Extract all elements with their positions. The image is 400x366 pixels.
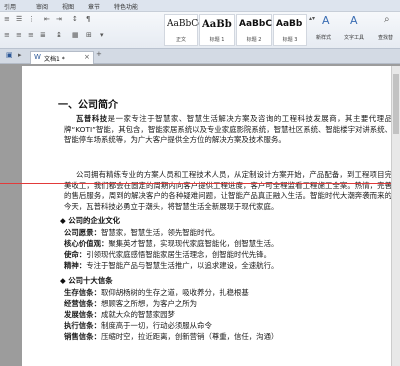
- list-item: 公司愿景：智慧家，智慧生活，领先智能时代。: [64, 228, 220, 237]
- list-item: 经营信条：想顾客之所想，为客户之所为: [64, 299, 198, 308]
- doc-menu-icon[interactable]: ▣: [6, 52, 13, 59]
- show-marks-icon[interactable]: ¶: [86, 16, 90, 23]
- list-item: 生存信条：取仰胡杨树的生存之道，吸收养分，扎稳根基: [64, 288, 249, 297]
- tab-title: 文档1 *: [44, 56, 65, 63]
- style-label: 标题 3: [282, 37, 298, 43]
- text-tools-label[interactable]: 文字工具: [344, 34, 364, 41]
- document-tab-bar: ▣ ▸ W 文档1 * × +: [0, 49, 400, 64]
- style-normal[interactable]: AaBbCcI 正文: [164, 14, 199, 46]
- culture-heading: ◆ 公司的企业文化: [60, 216, 120, 225]
- list-item: 发展信条：成就大众的智慧家园梦: [64, 310, 175, 319]
- decrease-indent-icon[interactable]: ⇤: [44, 16, 50, 23]
- vertical-scrollbar[interactable]: [391, 66, 400, 366]
- align-left-icon[interactable]: ≡: [4, 32, 10, 39]
- service-paragraph: 公司拥有精练专业的方案人员和工程技术人员，从定制设计方案开始，产品配备，到工程项…: [64, 170, 392, 211]
- style-label: 正文: [175, 37, 186, 43]
- dropdown-icon[interactable]: ▾: [100, 32, 104, 39]
- numbered-list-icon[interactable]: ⋮: [28, 16, 35, 23]
- list-item: 精神：专注于智能产品与智慧生活推广，以追求建设，全速航行。: [64, 261, 279, 270]
- new-style-label[interactable]: 新样式: [316, 34, 331, 41]
- line-spacing-icon[interactable]: ↨: [56, 32, 62, 39]
- menu-chapter[interactable]: 章节: [88, 2, 100, 11]
- style-label: 标题 2: [246, 37, 262, 43]
- menu-review[interactable]: 审阅: [36, 2, 48, 11]
- style-sample: AaBb: [276, 19, 303, 29]
- intro-text: 是一家专注于智慧家、智慧生活解决方案及咨询的工程科技发展商，其主要代理品牌“KO…: [64, 114, 392, 144]
- intro-paragraph: 瓦普科技是一家专注于智慧家、智慧生活解决方案及咨询的工程科技发展商，其主要代理品…: [64, 114, 392, 146]
- tenets-heading: ◆ 公司十大信条: [60, 276, 113, 285]
- list-item: 使命：引领现代家庭感悟智能家居生活理念，创智能时代先锋。: [64, 250, 271, 259]
- align-right-icon[interactable]: ≡: [28, 32, 34, 39]
- list-item: 销售信条：压缩时空，拉近距离，创新营销（尊重，信任，沟通）: [64, 332, 279, 341]
- style-sample: AaBbCcI: [167, 19, 199, 29]
- scrollbar-thumb[interactable]: [393, 74, 399, 134]
- menu-special[interactable]: 特色功能: [114, 2, 138, 11]
- list-icon[interactable]: ☰: [16, 16, 22, 23]
- menu-bar: 引用 审阅 视图 章节 特色功能: [0, 0, 400, 12]
- new-tab-icon[interactable]: +: [96, 51, 102, 58]
- list-item: 核心价值观：聚集英才智慧，实现现代家庭智能化，创智慧生活。: [64, 239, 279, 248]
- ribbon-toolbar: ≡ ☰ ⋮ ⇤ ⇥ ↕ ¶ ≡ ≡ ≡ ≣ ↨ ▦ ⊞ ▾ AaBbCcI 正文…: [0, 12, 400, 49]
- menu-view[interactable]: 视图: [62, 2, 74, 11]
- sort-icon[interactable]: ↕: [72, 16, 78, 23]
- align-center-icon[interactable]: ≡: [16, 32, 22, 39]
- close-tab-icon[interactable]: ×: [84, 54, 90, 61]
- increase-indent-icon[interactable]: ⇥: [56, 16, 62, 23]
- tab-arrow-icon[interactable]: ▸: [18, 52, 22, 59]
- border-icon[interactable]: ⊞: [86, 32, 92, 39]
- find-replace-icon[interactable]: ⌕: [384, 15, 390, 25]
- menu-references[interactable]: 引用: [4, 2, 16, 11]
- find-replace-label[interactable]: 查找替: [378, 34, 393, 41]
- style-heading2[interactable]: AaBbC 标题 2: [236, 14, 272, 46]
- style-sample: AaBb: [202, 19, 232, 30]
- red-guide-line: [0, 183, 400, 184]
- tab-document1[interactable]: W 文档1 * ×: [30, 51, 94, 64]
- page-heading: 一、公司简介: [58, 100, 118, 111]
- text-tools-icon[interactable]: A: [350, 15, 358, 26]
- style-label: 标题 1: [209, 37, 225, 43]
- justify-icon[interactable]: ≣: [40, 32, 46, 39]
- document-page[interactable]: 一、公司简介 瓦普科技是一家专注于智慧家、智慧生活解决方案及咨询的工程科技发展商…: [22, 66, 400, 366]
- style-scroll-icon[interactable]: ▴▾: [309, 16, 315, 22]
- company-name: 瓦普科技: [76, 114, 108, 123]
- style-heading3[interactable]: AaBb 标题 3: [273, 14, 307, 46]
- list-item: 执行信条：制度高于一切，行动必须服从命令: [64, 321, 212, 330]
- style-heading1[interactable]: AaBb 标题 1: [199, 14, 235, 46]
- word-doc-icon: W: [34, 53, 41, 61]
- new-style-icon[interactable]: A: [322, 15, 330, 26]
- style-sample: AaBbC: [239, 19, 272, 29]
- indent-icon[interactable]: ≡: [4, 16, 10, 23]
- shading-icon[interactable]: ▦: [72, 32, 79, 39]
